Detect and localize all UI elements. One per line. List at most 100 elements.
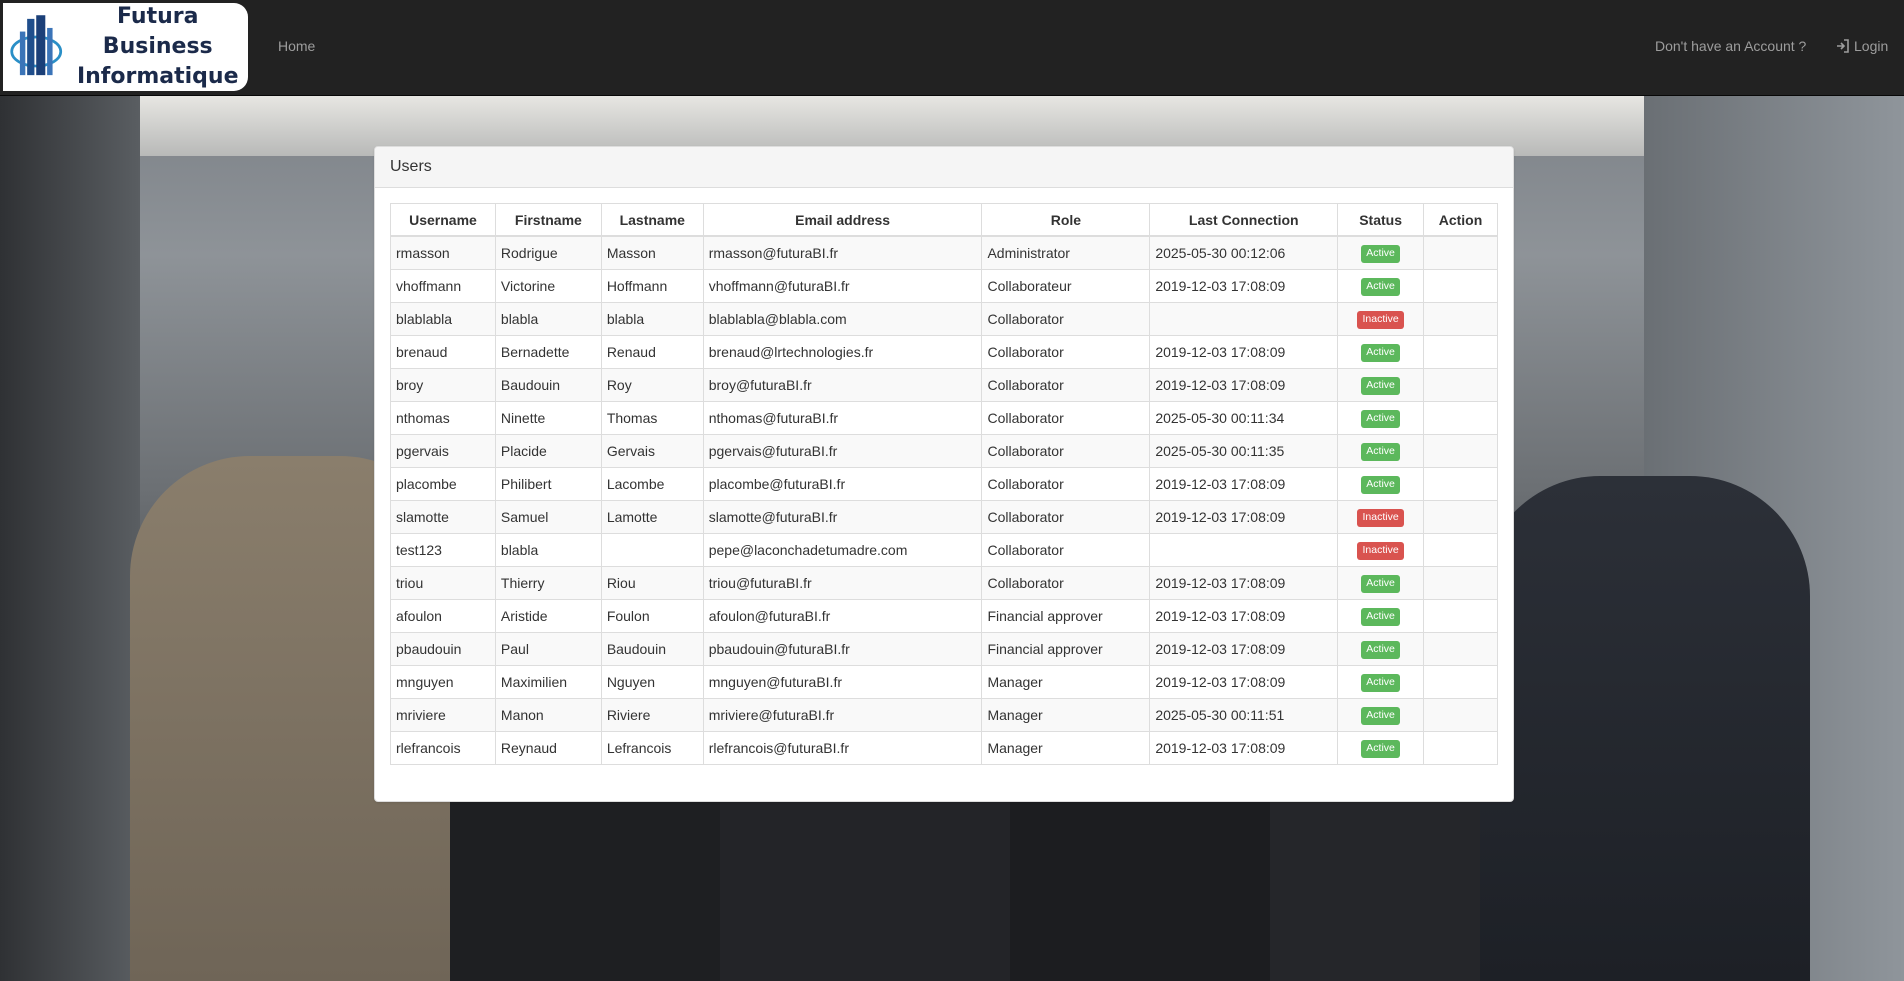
cell-action[interactable]: [1423, 632, 1498, 666]
nav-home-link[interactable]: Home: [278, 0, 315, 92]
panel-title: Users: [375, 147, 1513, 188]
status-badge: Active: [1361, 740, 1400, 758]
table-body: rmasson Rodrigue Masson rmasson@futuraBI.fr…: [390, 235, 1498, 765]
cell-role: Collaborator: [981, 533, 1151, 567]
cell-lastname: Nguyen: [600, 665, 704, 699]
cell-status: Active: [1337, 269, 1425, 303]
cell-username: placombe: [390, 467, 496, 501]
cell-action[interactable]: [1423, 235, 1498, 270]
table-row: placombe Philibert Lacombe placombe@futuraB…: [390, 467, 1498, 501]
cell-username: blablabla: [390, 302, 496, 336]
cell-email: mnguyen@futuraBI.fr: [702, 665, 983, 699]
table-row: afoulon Aristide Foulon afoulon@futuraBI.fr…: [390, 599, 1498, 633]
building-logo-icon: [10, 15, 63, 76]
table-row: rlefrancois Reynaud Lefrancois rlefrancois@…: [390, 731, 1498, 765]
cell-action[interactable]: [1423, 269, 1498, 303]
status-badge: Active: [1361, 575, 1400, 593]
column-header: Lastname: [600, 203, 704, 237]
cell-action[interactable]: [1423, 566, 1498, 600]
cell-email: pepe@laconchadetumadre.com: [702, 533, 983, 567]
cell-action[interactable]: [1423, 335, 1498, 369]
cell-lastname: Gervais: [600, 434, 704, 468]
column-header: Username: [390, 203, 496, 237]
cell-last-connection: 2019-12-03 17:08:09: [1149, 731, 1339, 765]
cell-username: triou: [390, 566, 496, 600]
cell-lastname: Lefrancois: [600, 731, 704, 765]
cell-role: Collaborateur: [981, 269, 1151, 303]
cell-lastname: blabla: [600, 302, 704, 336]
cell-firstname: Paul: [494, 632, 602, 666]
cell-username: pgervais: [390, 434, 496, 468]
cell-action[interactable]: [1423, 533, 1498, 567]
column-header: Role: [981, 203, 1151, 237]
brand-name: Futura Business Informatique: [67, 2, 248, 92]
cell-action[interactable]: [1423, 467, 1498, 501]
cell-firstname: Aristide: [494, 599, 602, 633]
table-header-row: Username Firstname Lastname Email address Ro…: [390, 203, 1498, 237]
cell-action[interactable]: [1423, 698, 1498, 732]
cell-last-connection: 2019-12-03 17:08:09: [1149, 566, 1339, 600]
cell-firstname: Thierry: [494, 566, 602, 600]
cell-status: Active: [1337, 698, 1425, 732]
nav-signup-link[interactable]: Don't have an Account ?: [1655, 0, 1806, 92]
status-badge: Active: [1361, 443, 1400, 461]
status-badge: Active: [1361, 608, 1400, 626]
table-row: pbaudouin Paul Baudouin pbaudouin@futuraBI.…: [390, 632, 1498, 666]
cell-role: Financial approver: [981, 632, 1151, 666]
cell-role: Administrator: [981, 235, 1151, 270]
cell-username: slamotte: [390, 500, 496, 534]
cell-username: mnguyen: [390, 665, 496, 699]
cell-email: afoulon@futuraBI.fr: [702, 599, 983, 633]
brand-logo[interactable]: Futura Business Informatique: [3, 3, 248, 91]
cell-status: Active: [1337, 434, 1425, 468]
cell-last-connection: 2019-12-03 17:08:09: [1149, 599, 1339, 633]
cell-action[interactable]: [1423, 401, 1498, 435]
cell-username: afoulon: [390, 599, 496, 633]
cell-last-connection: 2025-05-30 00:11:35: [1149, 434, 1339, 468]
cell-last-connection: 2019-12-03 17:08:09: [1149, 335, 1339, 369]
cell-action[interactable]: [1423, 434, 1498, 468]
cell-lastname: [600, 533, 704, 567]
cell-status: Active: [1337, 566, 1425, 600]
table-row: brenaud Bernadette Renaud brenaud@lrtechnol…: [390, 335, 1498, 369]
cell-lastname: Renaud: [600, 335, 704, 369]
cell-email: rlefrancois@futuraBI.fr: [702, 731, 983, 765]
cell-role: Collaborator: [981, 434, 1151, 468]
cell-lastname: Riviere: [600, 698, 704, 732]
panel-body: Username Firstname Lastname Email address Ro…: [375, 188, 1513, 780]
cell-email: pbaudouin@futuraBI.fr: [702, 632, 983, 666]
column-header: Last Connection: [1149, 203, 1339, 237]
cell-firstname: Philibert: [494, 467, 602, 501]
cell-last-connection: 2019-12-03 17:08:09: [1149, 467, 1339, 501]
cell-username: nthomas: [390, 401, 496, 435]
cell-last-connection: 2019-12-03 17:08:09: [1149, 665, 1339, 699]
cell-action[interactable]: [1423, 665, 1498, 699]
cell-lastname: Roy: [600, 368, 704, 402]
cell-username: rlefrancois: [390, 731, 496, 765]
column-header: Action: [1423, 203, 1498, 237]
table-row: broy Baudouin Roy broy@futuraBI.fr Collabora…: [390, 368, 1498, 402]
table-row: pgervais Placide Gervais pgervais@futuraBI.…: [390, 434, 1498, 468]
cell-last-connection: 2019-12-03 17:08:09: [1149, 368, 1339, 402]
cell-role: Collaborator: [981, 467, 1151, 501]
cell-status: Active: [1337, 632, 1425, 666]
brand-line-2: Informatique: [76, 64, 239, 89]
cell-username: mriviere: [390, 698, 496, 732]
cell-action[interactable]: [1423, 500, 1498, 534]
cell-email: blablabla@blabla.com: [702, 302, 983, 336]
users-panel: Users Username Firstname Lastname Email add…: [374, 146, 1514, 802]
cell-action[interactable]: [1423, 731, 1498, 765]
table-row: slamotte Samuel Lamotte slamotte@futuraBI.f…: [390, 500, 1498, 534]
cell-action[interactable]: [1423, 368, 1498, 402]
cell-action[interactable]: [1423, 302, 1498, 336]
nav-login-link[interactable]: Login: [1836, 0, 1888, 92]
cell-role: Collaborator: [981, 500, 1151, 534]
cell-username: rmasson: [390, 235, 496, 270]
navbar: Futura Business Informatique Home Don't …: [0, 0, 1904, 96]
cell-email: pgervais@futuraBI.fr: [702, 434, 983, 468]
cell-firstname: Manon: [494, 698, 602, 732]
cell-status: Inactive: [1337, 302, 1425, 336]
cell-last-connection: 2019-12-03 17:08:09: [1149, 269, 1339, 303]
cell-action[interactable]: [1423, 599, 1498, 633]
cell-firstname: Placide: [494, 434, 602, 468]
